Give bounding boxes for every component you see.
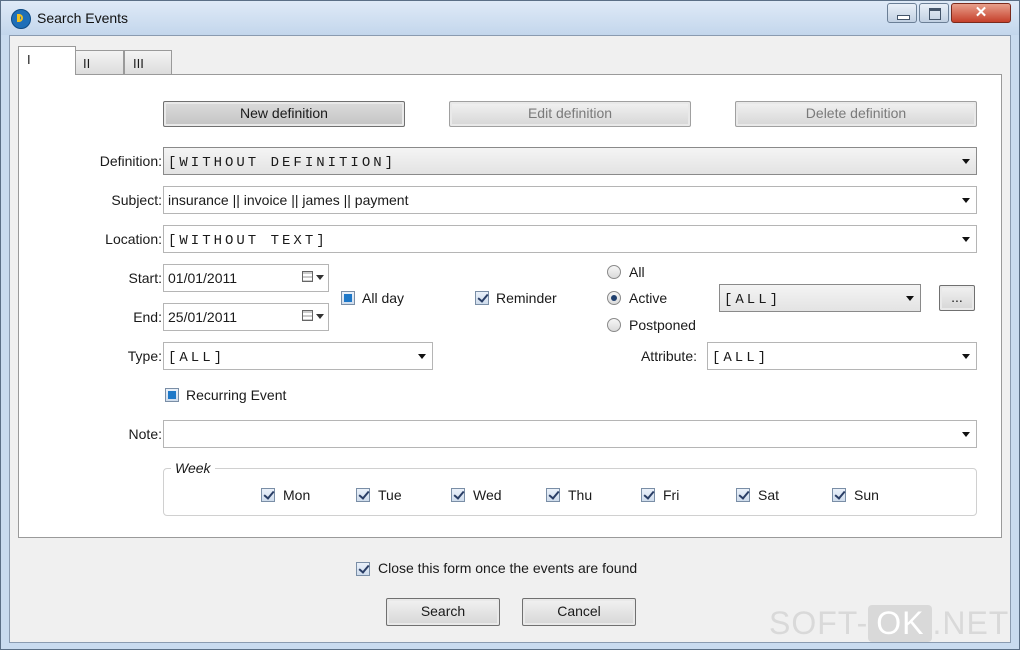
search-events-window: Search Events ✕ I II III New definition … xyxy=(0,0,1020,650)
close-form-label: Close this form once the events are foun… xyxy=(378,560,638,576)
note-combo[interactable] xyxy=(163,420,977,448)
recurring-event-checkbox[interactable] xyxy=(165,388,179,402)
definition-label: Definition: xyxy=(99,153,162,169)
location-combo[interactable]: [WITHOUT TEXT] xyxy=(163,225,977,253)
fri-checkbox[interactable] xyxy=(641,488,655,502)
close-window-button[interactable]: ✕ xyxy=(951,3,1011,23)
fri-label: Fri xyxy=(663,487,680,503)
definition-value: [WITHOUT DEFINITION] xyxy=(168,155,397,171)
status-all-label: All xyxy=(629,264,645,280)
all-day-label: All day xyxy=(362,290,405,306)
status-combo[interactable]: [ALL] xyxy=(719,284,921,312)
app-icon xyxy=(11,9,31,29)
tue-label: Tue xyxy=(378,487,402,503)
cancel-button[interactable]: Cancel xyxy=(522,598,636,626)
status-postponed-label: Postponed xyxy=(629,317,696,333)
tue-checkbox[interactable] xyxy=(356,488,370,502)
end-date-picker[interactable]: 25/01/2011 xyxy=(163,303,329,331)
sun-label: Sun xyxy=(854,487,879,503)
end-label: End: xyxy=(133,309,162,325)
watermark-mid: OK xyxy=(868,605,933,642)
week-legend: Week xyxy=(171,460,215,476)
edit-definition-button[interactable]: Edit definition xyxy=(449,101,691,127)
tab-panel: New definition Edit definition Delete de… xyxy=(18,74,1002,538)
recurring-event-label: Recurring Event xyxy=(186,387,287,403)
delete-definition-button[interactable]: Delete definition xyxy=(735,101,977,127)
client-area: I II III New definition Edit definition … xyxy=(9,35,1011,643)
subject-label: Subject: xyxy=(111,192,162,208)
chevron-down-icon xyxy=(962,159,970,164)
attribute-combo[interactable]: [ALL] xyxy=(707,342,977,370)
status-all-radio[interactable] xyxy=(607,265,621,279)
window-title: Search Events xyxy=(37,10,129,26)
subject-value: insurance || invoice || james || payment xyxy=(168,192,409,208)
attribute-label: Attribute: xyxy=(640,348,697,364)
sun-checkbox[interactable] xyxy=(832,488,846,502)
watermark-right: .NET xyxy=(932,605,1010,641)
reminder-checkbox[interactable] xyxy=(475,291,489,305)
calendar-icon[interactable] xyxy=(302,310,324,324)
mon-checkbox[interactable] xyxy=(261,488,275,502)
type-value: [ALL] xyxy=(168,350,226,366)
note-label: Note: xyxy=(128,426,162,442)
wed-label: Wed xyxy=(473,487,502,503)
title-bar: Search Events ✕ xyxy=(1,1,1019,35)
attribute-value: [ALL] xyxy=(712,350,770,366)
minimize-button[interactable] xyxy=(887,3,917,23)
thu-checkbox[interactable] xyxy=(546,488,560,502)
mon-label: Mon xyxy=(283,487,311,503)
chevron-down-icon xyxy=(418,354,426,359)
reminder-label: Reminder xyxy=(496,290,557,306)
type-label: Type: xyxy=(127,348,162,364)
all-day-checkbox[interactable] xyxy=(341,291,355,305)
chevron-down-icon xyxy=(906,296,914,301)
end-date-value: 25/01/2011 xyxy=(168,309,238,325)
chevron-down-icon xyxy=(962,198,970,203)
tab-i[interactable]: I xyxy=(18,46,76,75)
close-form-checkbox[interactable] xyxy=(356,562,370,576)
wed-checkbox[interactable] xyxy=(451,488,465,502)
start-date-value: 01/01/2011 xyxy=(168,270,238,286)
maximize-button[interactable] xyxy=(919,3,949,23)
start-date-picker[interactable]: 01/01/2011 xyxy=(163,264,329,292)
thu-label: Thu xyxy=(568,487,593,503)
new-definition-button[interactable]: New definition xyxy=(163,101,405,127)
tab-ii[interactable]: II xyxy=(74,50,124,74)
tab-iii[interactable]: III xyxy=(124,50,172,74)
search-button[interactable]: Search xyxy=(386,598,500,626)
location-value: [WITHOUT TEXT] xyxy=(168,233,328,249)
sat-label: Sat xyxy=(758,487,780,503)
calendar-icon[interactable] xyxy=(302,271,324,285)
watermark: SOFT- OK .NET xyxy=(769,605,1009,642)
more-options-button[interactable]: ... xyxy=(939,285,975,311)
chevron-down-icon xyxy=(962,432,970,437)
status-combo-value: [ALL] xyxy=(724,292,782,308)
subject-combo[interactable]: insurance || invoice || james || payment xyxy=(163,186,977,214)
location-label: Location: xyxy=(105,231,162,247)
watermark-left: SOFT- xyxy=(769,605,869,641)
status-active-radio[interactable] xyxy=(607,291,621,305)
chevron-down-icon xyxy=(962,354,970,359)
type-combo[interactable]: [ALL] xyxy=(163,342,433,370)
chevron-down-icon xyxy=(962,237,970,242)
status-active-label: Active xyxy=(629,290,668,306)
status-postponed-radio[interactable] xyxy=(607,318,621,332)
start-label: Start: xyxy=(128,270,162,286)
definition-select[interactable]: [WITHOUT DEFINITION] xyxy=(163,147,977,175)
sat-checkbox[interactable] xyxy=(736,488,750,502)
